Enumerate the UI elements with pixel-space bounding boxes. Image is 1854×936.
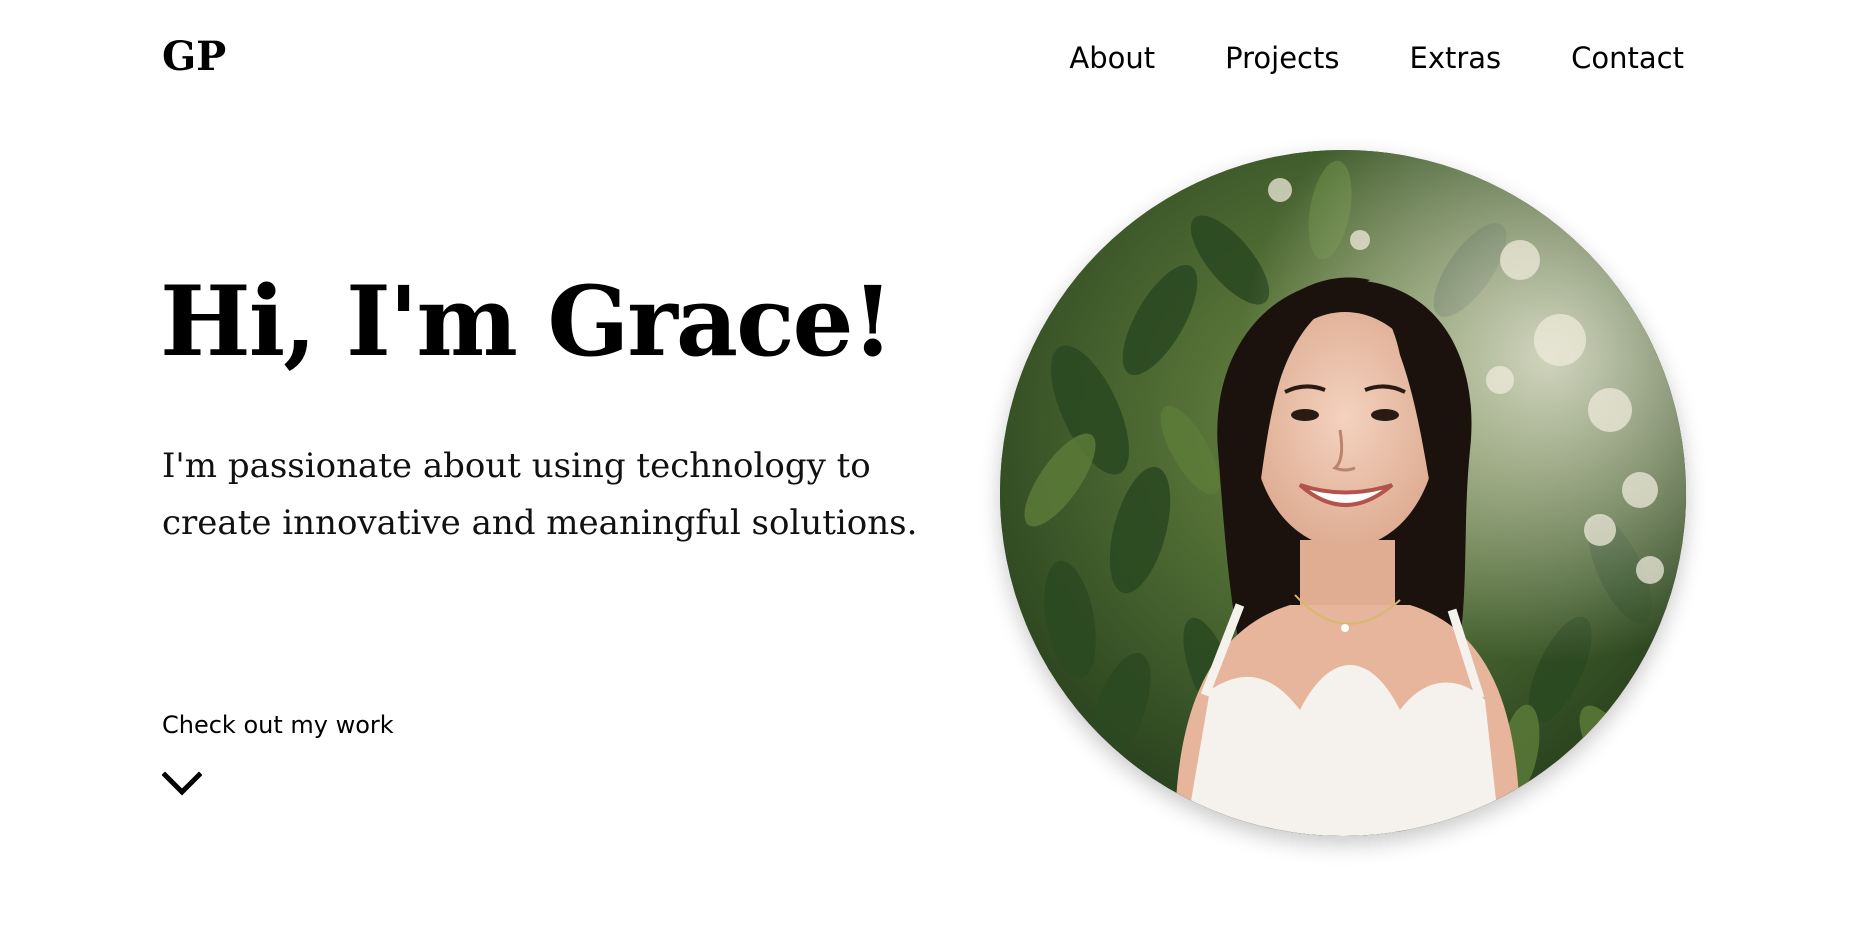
- nav-link-contact[interactable]: Contact: [1571, 38, 1684, 78]
- portrait-illustration: [1000, 150, 1686, 836]
- logo[interactable]: GP: [162, 33, 226, 81]
- nav-link-about[interactable]: About: [1069, 38, 1155, 78]
- check-out-work-link[interactable]: Check out my work: [162, 708, 394, 742]
- nav-link-projects[interactable]: Projects: [1225, 38, 1339, 78]
- chevron-down-icon[interactable]: [162, 770, 202, 798]
- portrait-photo: [1000, 150, 1686, 836]
- hero-subtitle: I'm passionate about using technology to…: [162, 446, 918, 543]
- nav-link-extras[interactable]: Extras: [1410, 38, 1502, 78]
- page: GP About Projects Extras Contact Hi, I'm…: [0, 0, 1854, 936]
- main-nav: About Projects Extras Contact: [1069, 38, 1684, 78]
- hero-title: Hi, I'm Grace!: [160, 265, 894, 378]
